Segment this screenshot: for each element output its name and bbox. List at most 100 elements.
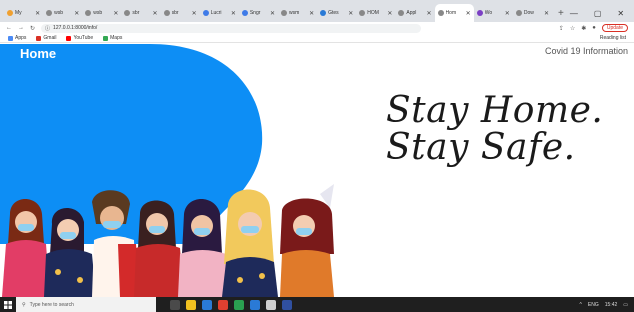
back-icon[interactable]: ← (6, 25, 12, 31)
word-icon[interactable] (282, 299, 292, 310)
tab-title: Lucri (210, 10, 222, 16)
tab-favicon-icon (124, 10, 131, 16)
spotify-icon[interactable] (234, 299, 244, 310)
close-tab-icon[interactable]: ✕ (348, 10, 353, 17)
close-tab-icon[interactable]: ✕ (427, 10, 432, 17)
browser-tab[interactable]: Gtes ✕ (317, 4, 356, 22)
browser-tab[interactable]: Lucri ✕ (200, 4, 239, 22)
close-tab-icon[interactable]: ✕ (35, 10, 40, 17)
profile-icon[interactable]: ● (592, 25, 596, 31)
bookmark-label: Apps (15, 35, 27, 41)
mail-icon[interactable] (202, 299, 212, 310)
close-tab-icon[interactable]: ✕ (309, 10, 314, 17)
browser-tab[interactable]: wsb ✕ (43, 4, 82, 22)
reload-icon[interactable]: ↻ (30, 25, 35, 32)
tab-favicon-icon (476, 10, 483, 16)
taskbar-search-placeholder: Type here to search (29, 301, 74, 308)
close-tab-icon[interactable]: ✕ (505, 10, 510, 17)
taskbar-search[interactable]: ⚲ Type here to search (16, 297, 156, 312)
tab-title: Wo (484, 10, 493, 16)
brand-link[interactable]: Home (20, 46, 56, 61)
windows-start-icon[interactable] (0, 300, 16, 309)
url-input[interactable]: ⓘ 127.0.0.1:8000/info/ (41, 23, 422, 33)
browser-tab[interactable]: sbr ✕ (121, 4, 160, 22)
bookmark-item[interactable]: Apps (8, 35, 26, 41)
browser-tab[interactable]: Appl ✕ (395, 4, 434, 22)
browser-tab[interactable]: My ✕ (4, 4, 43, 22)
bookmark-icon (66, 35, 72, 41)
tab-title: Gtes (328, 10, 339, 16)
chevron-up-icon[interactable]: ^ (580, 302, 582, 308)
browser-tab[interactable]: Sngr ✕ (239, 4, 278, 22)
tab-title: Appl (406, 10, 417, 16)
browser-window: My ✕ wsb ✕ wsb ✕ sbr ✕ sbr ✕ Lucri ✕ Sngr ✕ wsm ✕ Gtes ✕ H… (0, 0, 634, 312)
star-icon[interactable]: ☆ (570, 25, 575, 32)
tab-title: wsm (288, 10, 300, 16)
close-tab-icon[interactable]: ✕ (113, 10, 118, 17)
tab-title: sbr (132, 10, 140, 16)
tab-title: wsb (93, 10, 103, 16)
notification-icon[interactable]: ▭ (623, 302, 628, 308)
bookmark-item[interactable]: Maps (103, 35, 122, 41)
window-controls: — ▢ ✕ (570, 4, 634, 22)
share-icon[interactable]: ⇪ (559, 25, 564, 32)
tab-title: Dow (523, 10, 534, 16)
info-icon[interactable]: ⓘ (45, 25, 50, 32)
vscode-icon[interactable] (250, 299, 260, 310)
close-tab-icon[interactable]: ✕ (270, 10, 275, 17)
close-tab-icon[interactable]: ✕ (231, 10, 236, 17)
tab-title: My (15, 10, 22, 16)
tab-favicon-icon (163, 10, 170, 16)
chrome-icon[interactable] (218, 299, 228, 310)
tab-favicon-icon (320, 10, 327, 16)
bookmark-icon (36, 35, 42, 41)
task-view-icon[interactable] (170, 299, 180, 310)
minimize-icon[interactable]: — (570, 9, 578, 18)
close-tab-icon[interactable]: ✕ (74, 10, 79, 17)
headline-line-2: Stay Safe. (386, 127, 576, 168)
people-masks-illustration (2, 184, 334, 297)
bookmark-icon (103, 35, 109, 41)
browser-tab[interactable]: wsb ✕ (82, 4, 121, 22)
close-tab-icon[interactable]: ✕ (192, 10, 197, 17)
address-bar: ← → ↻ ⓘ 127.0.0.1:8000/info/ ⇪ ☆ ✱ ● Upd… (0, 22, 634, 34)
browser-tab[interactable]: wsm ✕ (278, 4, 317, 22)
close-tab-icon[interactable]: ✕ (387, 10, 392, 17)
maximize-icon[interactable]: ▢ (594, 9, 602, 18)
file-explorer-icon[interactable] (186, 299, 196, 310)
browser-tab[interactable]: sbr ✕ (161, 4, 200, 22)
close-window-icon[interactable]: ✕ (617, 9, 624, 18)
app-icon[interactable] (266, 299, 276, 310)
close-tab-icon[interactable]: ✕ (544, 10, 549, 17)
close-tab-icon[interactable]: ✕ (466, 10, 471, 17)
bookmark-label: Maps (110, 35, 123, 41)
browser-tab[interactable]: Dow ✕ (513, 4, 552, 22)
tab-favicon-icon (437, 10, 444, 16)
reading-list-button[interactable]: Reading list (600, 35, 626, 41)
language-indicator[interactable]: ENG (588, 302, 599, 308)
bookmark-label: YouTube (73, 35, 94, 41)
close-tab-icon[interactable]: ✕ (153, 10, 158, 17)
tab-strip: My ✕ wsb ✕ wsb ✕ sbr ✕ sbr ✕ Lucri ✕ Sngr ✕ wsm ✕ Gtes ✕ H… (0, 0, 634, 22)
tab-title: HOM (367, 10, 379, 16)
extensions-icon[interactable]: ✱ (581, 25, 586, 32)
headline: Stay Home. Stay Safe. (386, 92, 603, 166)
tab-favicon-icon (202, 10, 209, 16)
bookmark-item[interactable]: YouTube (66, 35, 93, 41)
bookmark-icon (8, 35, 13, 41)
update-button[interactable]: Update (601, 24, 628, 32)
tab-favicon-icon (241, 10, 248, 16)
forward-icon[interactable]: → (18, 25, 24, 31)
taskbar: ⚲ Type here to search ^ ENG 15:42 ▭ (0, 297, 634, 312)
browser-tab[interactable]: Wo ✕ (474, 4, 513, 22)
browser-tab[interactable]: HOM ✕ (356, 4, 395, 22)
browser-tab[interactable]: Hom ✕ (434, 4, 474, 22)
new-tab-button[interactable]: + (552, 4, 570, 22)
bookmark-label: Gmail (43, 35, 57, 41)
system-tray: ^ ENG 15:42 ▭ (580, 302, 634, 308)
tab-favicon-icon (85, 10, 92, 16)
bookmark-item[interactable]: Gmail (36, 35, 56, 41)
nav-title[interactable]: Covid 19 Information (545, 46, 628, 56)
clock[interactable]: 15:42 (605, 302, 618, 308)
search-icon: ⚲ (22, 301, 26, 308)
